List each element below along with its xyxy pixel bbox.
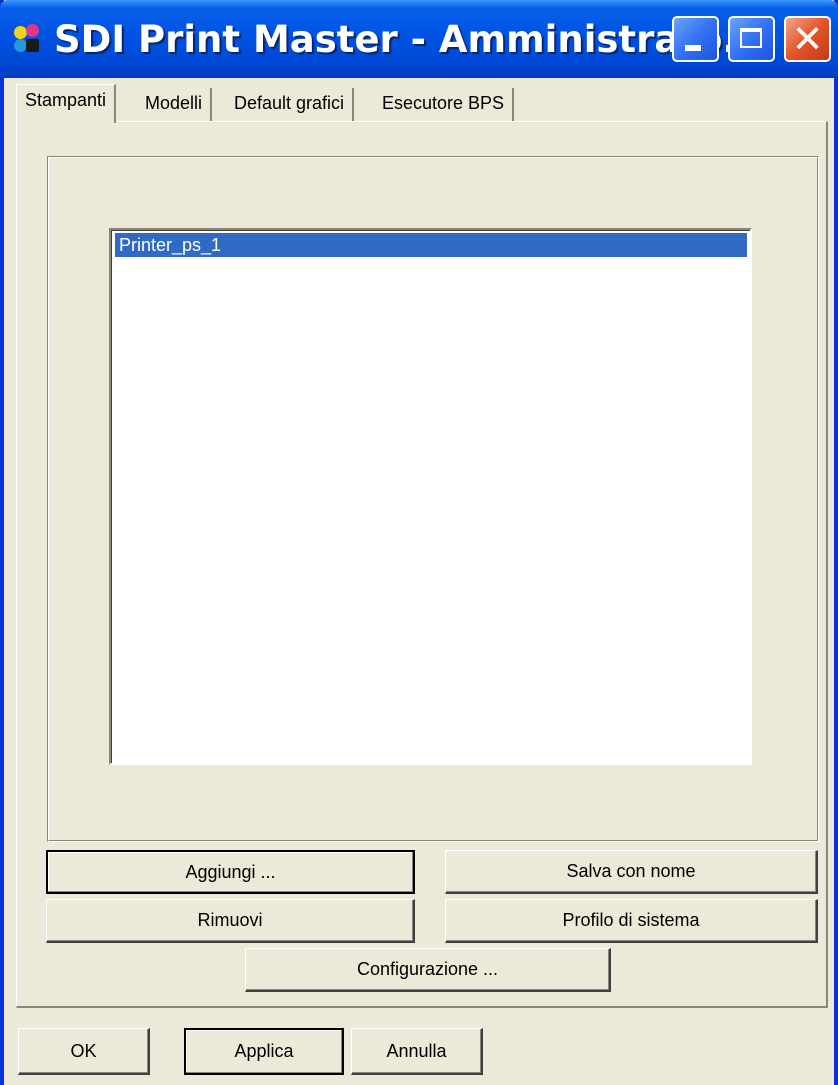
window-border-left bbox=[0, 0, 4, 1085]
apply-button[interactable]: Applica bbox=[184, 1028, 344, 1075]
tab-stampanti[interactable]: Stampanti bbox=[16, 84, 117, 123]
cancel-button[interactable]: Annulla bbox=[351, 1028, 483, 1075]
save-as-button[interactable]: Salva con nome bbox=[445, 850, 818, 894]
tab-esecutore-bps[interactable]: Esecutore BPS bbox=[374, 88, 515, 121]
remove-button[interactable]: Rimuovi bbox=[46, 899, 415, 943]
minimize-button[interactable] bbox=[672, 16, 719, 62]
window-title: SDI Print Master - Amministrato... bbox=[54, 18, 765, 61]
maximize-button[interactable] bbox=[728, 16, 775, 62]
window-border-right bbox=[834, 0, 838, 1085]
maximize-icon bbox=[740, 28, 762, 48]
sdi-logo-icon bbox=[12, 24, 50, 58]
minimize-icon bbox=[685, 45, 701, 51]
system-profile-button[interactable]: Profilo di sistema bbox=[445, 899, 818, 943]
add-button[interactable]: Aggiungi ... bbox=[46, 850, 415, 894]
tab-modelli[interactable]: Modelli bbox=[137, 88, 213, 121]
printer-listbox[interactable]: Printer_ps_1 bbox=[109, 228, 752, 765]
printer-list-item[interactable]: Printer_ps_1 bbox=[115, 233, 747, 257]
ok-button[interactable]: OK bbox=[18, 1028, 150, 1075]
configuration-button[interactable]: Configurazione ... bbox=[245, 948, 611, 992]
title-bar[interactable]: SDI Print Master - Amministrato... ✕ bbox=[0, 0, 838, 78]
tab-default-grafici[interactable]: Default grafici bbox=[226, 88, 355, 121]
close-icon: ✕ bbox=[791, 17, 824, 61]
close-button[interactable]: ✕ bbox=[784, 16, 831, 62]
